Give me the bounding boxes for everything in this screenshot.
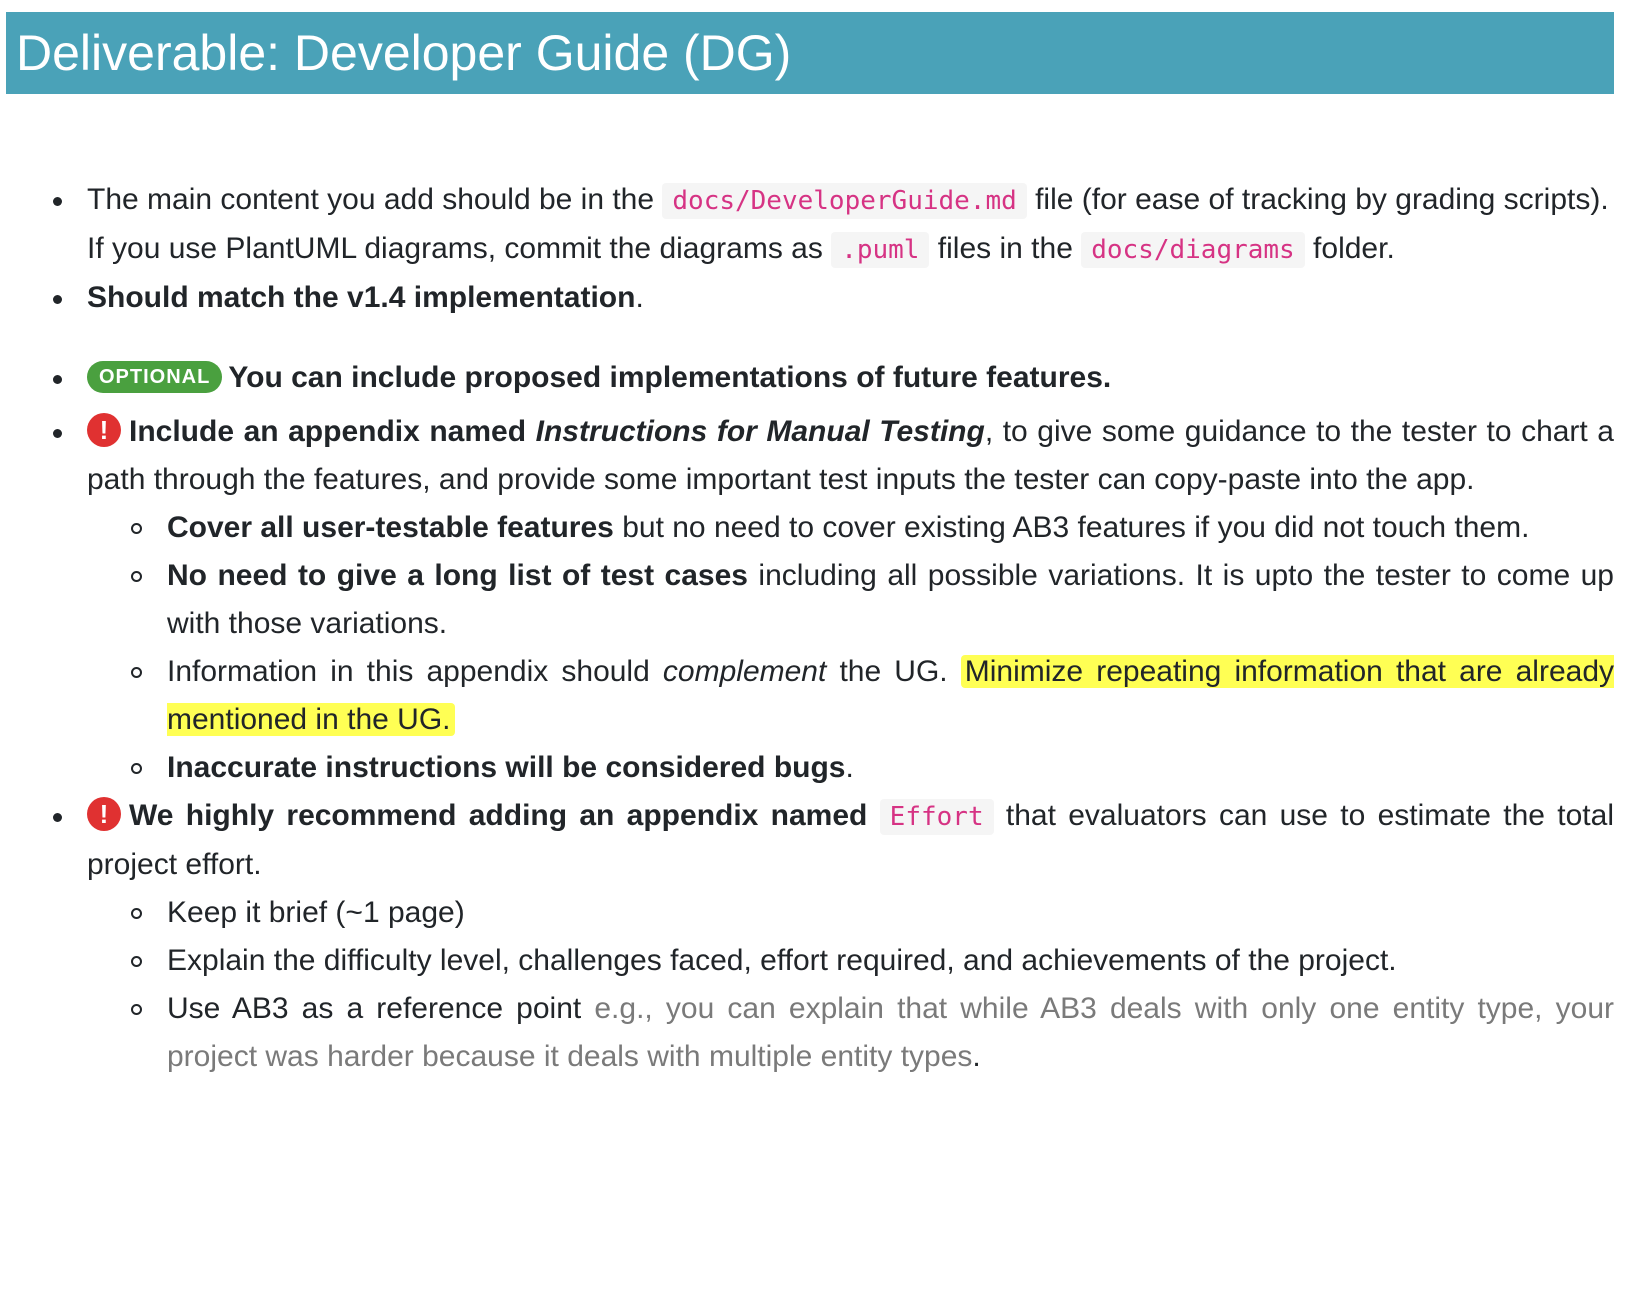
- list-item-main-content: The main content you add should be in th…: [53, 176, 1614, 274]
- list-item-match-implementation: Should match the v1.4 implementation.: [53, 274, 1614, 322]
- manual-testing-sublist: Cover all user-testable features but no …: [87, 504, 1615, 792]
- sublist-item-inaccurate-bugs: Inaccurate instructions will be consider…: [131, 744, 1614, 792]
- list-item-manual-testing-appendix: ! Include an appendix named Instructions …: [53, 408, 1615, 792]
- requirements-list: The main content you add should be in th…: [0, 176, 1615, 1081]
- code-diagrams-folder: docs/diagrams: [1081, 232, 1305, 268]
- code-effort: Effort: [879, 799, 994, 835]
- sublist-item-complement-ug: Information in this appendix should comp…: [131, 648, 1615, 744]
- exclamation-icon: !: [87, 797, 121, 831]
- optional-badge: OPTIONAL: [87, 361, 223, 393]
- code-puml-extension: .puml: [831, 232, 930, 268]
- list-item-optional-future-features: OPTIONAL You can include proposed impleme…: [53, 354, 1614, 402]
- sublist-item-no-long-list: No need to give a long list of test case…: [131, 552, 1614, 648]
- sublist-item-keep-brief: Keep it brief (~1 page): [131, 889, 1614, 937]
- effort-sublist: Keep it brief (~1 page) Explain the diff…: [87, 889, 1614, 1081]
- deliverable-content: The main content you add should be in th…: [0, 176, 1615, 1081]
- sublist-item-explain-difficulty: Explain the difficulty level, challenges…: [131, 937, 1614, 985]
- sublist-item-reference-point: Use AB3 as a reference point e.g., you c…: [131, 985, 1614, 1081]
- code-developer-guide-path: docs/DeveloperGuide.md: [662, 183, 1027, 219]
- list-item-effort-appendix: ! We highly recommend adding an appendix …: [53, 792, 1614, 1081]
- page-title: Deliverable: Developer Guide (DG): [6, 12, 1614, 94]
- exclamation-icon: !: [87, 413, 121, 447]
- sublist-item-cover-features: Cover all user-testable features but no …: [131, 504, 1614, 552]
